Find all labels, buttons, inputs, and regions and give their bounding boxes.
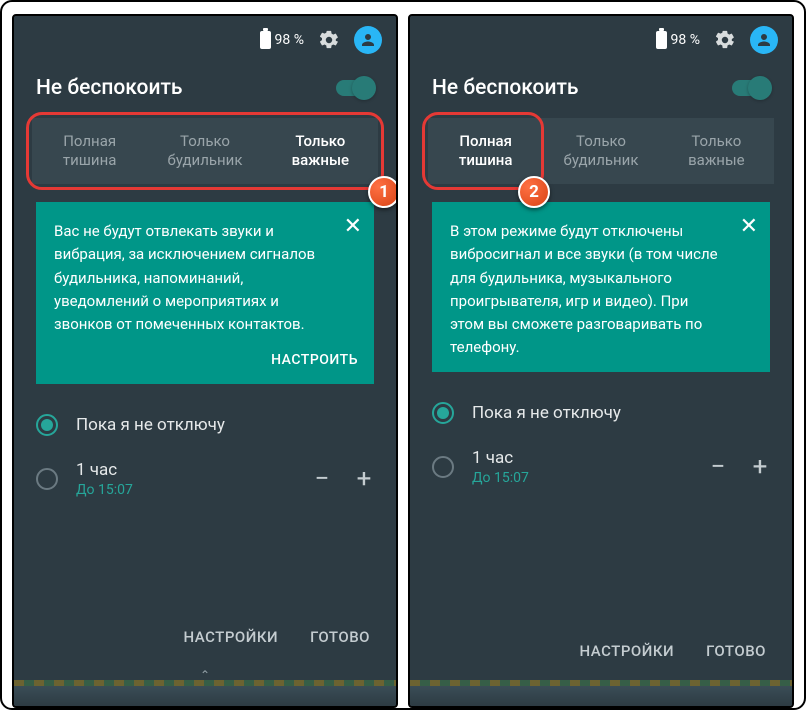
option-sublabel: До 15:07 [472, 470, 690, 486]
battery-percent: 98 % [671, 32, 700, 48]
footer-actions: НАСТРОЙКИ ГОТОВО [410, 622, 792, 686]
info-card: ✕ В этом режиме будут отключены вибросиг… [432, 202, 770, 372]
wallpaper-strip [410, 686, 792, 706]
duration-options: Пока я не отключу 1 час До 15:07 − + [14, 384, 396, 510]
duration-options: Пока я не отключу 1 час До 15:07 − + [410, 372, 792, 498]
battery-icon [656, 31, 667, 49]
battery-percent: 98 % [275, 32, 304, 48]
dnd-title: Не беспокоить [36, 76, 183, 100]
gear-icon[interactable] [714, 29, 736, 51]
screenshot-right: 98 % Не беспокоить Полная тишина Только … [408, 14, 794, 708]
wallpaper-strip [14, 686, 396, 706]
option-label: 1 час [472, 448, 690, 468]
option-one-hour[interactable]: 1 час До 15:07 − + [36, 448, 374, 510]
dnd-toggle[interactable] [732, 80, 770, 96]
customize-button[interactable]: НАСТРОИТЬ [54, 350, 358, 372]
tab-priority-only[interactable]: Только важные [263, 118, 378, 184]
option-until-off[interactable]: Пока я не отключу [432, 390, 770, 436]
panel-header: Не беспокоить [14, 64, 396, 118]
more-settings-button[interactable]: НАСТРОЙКИ [579, 642, 674, 660]
plus-button[interactable]: + [354, 466, 374, 492]
option-label: Пока я не отключу [472, 403, 770, 423]
tab-full-silence[interactable]: Полная тишина [428, 118, 543, 184]
gear-icon[interactable] [318, 29, 340, 51]
status-bar: 98 % [14, 16, 396, 64]
dnd-toggle[interactable] [336, 80, 374, 96]
step-badge-1: 1 [368, 176, 398, 208]
minus-button[interactable]: − [312, 466, 332, 492]
panel-header: Не беспокоить [410, 64, 792, 118]
done-button[interactable]: ГОТОВО [706, 642, 766, 660]
option-sublabel: До 15:07 [76, 482, 294, 498]
plus-button[interactable]: + [750, 454, 770, 480]
tab-alarms-only[interactable]: Только будильник [147, 118, 262, 184]
info-card: ✕ Вас не будут отвлекать звуки и вибраци… [36, 202, 374, 384]
radio-selected-icon[interactable] [432, 402, 454, 424]
option-label: Пока я не отключу [76, 415, 374, 435]
screenshot-left: 98 % Не беспокоить Полная тишина Только … [12, 14, 398, 708]
user-avatar[interactable] [354, 26, 382, 54]
more-settings-button[interactable]: НАСТРОЙКИ [183, 628, 278, 646]
info-card-text: Вас не будут отвлекать звуки и вибрация,… [54, 220, 358, 336]
dnd-title: Не беспокоить [432, 76, 579, 100]
user-avatar[interactable] [750, 26, 778, 54]
close-icon[interactable]: ✕ [740, 216, 758, 238]
dnd-mode-tabs: Полная тишина Только будильник Только ва… [428, 118, 774, 184]
info-card-text: В этом режиме будут отключены вибросигна… [450, 220, 754, 360]
step-badge-2: 2 [518, 176, 550, 208]
done-button[interactable]: ГОТОВО [310, 628, 370, 646]
option-one-hour[interactable]: 1 час До 15:07 − + [432, 436, 770, 498]
radio-selected-icon[interactable] [36, 414, 58, 436]
battery-indicator: 98 % [656, 31, 700, 49]
status-bar: 98 % [410, 16, 792, 64]
option-until-off[interactable]: Пока я не отключу [36, 402, 374, 448]
dnd-mode-tabs: Полная тишина Только будильник Только ва… [32, 118, 378, 184]
battery-icon [260, 31, 271, 49]
minus-button[interactable]: − [708, 454, 728, 480]
tab-priority-only[interactable]: Только важные [659, 118, 774, 184]
battery-indicator: 98 % [260, 31, 304, 49]
close-icon[interactable]: ✕ [344, 216, 362, 238]
tab-alarms-only[interactable]: Только будильник [543, 118, 658, 184]
radio-icon[interactable] [36, 468, 58, 490]
radio-icon[interactable] [432, 456, 454, 478]
option-label: 1 час [76, 460, 294, 480]
footer-actions: НАСТРОЙКИ ГОТОВО [14, 608, 396, 672]
tab-full-silence[interactable]: Полная тишина [32, 118, 147, 184]
